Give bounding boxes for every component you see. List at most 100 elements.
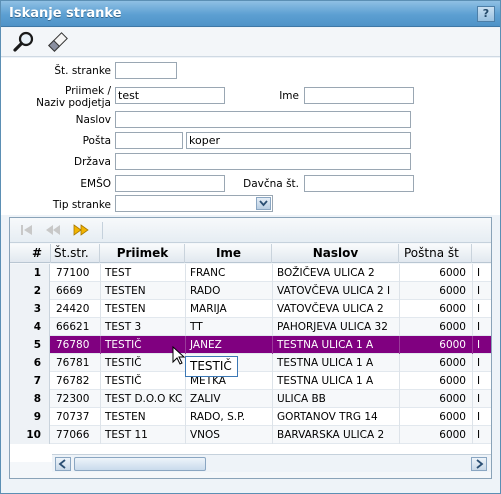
emso-label: EMŠO <box>80 178 111 190</box>
scrollbar-thumb[interactable] <box>74 457 206 471</box>
table-row[interactable]: 9 70737 TESTEN RADO, S.P. GORTANOV TRG 1… <box>10 408 491 426</box>
ime-label: Ime <box>279 90 299 102</box>
row-number: 9 <box>10 408 50 426</box>
table-row[interactable]: 6 76781 TESTIČ TESTNA ULICA 1 A 6000 I <box>10 354 491 372</box>
naslov-label: Naslov <box>75 114 111 126</box>
next-page-icon[interactable] <box>72 222 90 238</box>
grid-rows: 1 77100 TEST FRANC BOŽIČEVA ULICA 2 6000… <box>10 264 491 462</box>
cell-ime: RADO, S.P. <box>186 408 273 426</box>
cell-st-str: 77066 <box>52 426 101 444</box>
cell-priimek: TESTIČ <box>101 372 186 390</box>
horizontal-scrollbar[interactable] <box>52 454 491 472</box>
ime-field[interactable] <box>304 87 414 104</box>
row-number: 1 <box>10 264 50 282</box>
column-header-postna-st[interactable]: Poštna št <box>400 244 472 263</box>
cell-extra: I <box>477 321 481 333</box>
scroll-left-icon[interactable] <box>55 457 71 471</box>
cell-st-str: 76781 <box>52 354 101 372</box>
posta-label: Pošta <box>82 135 111 147</box>
results-grid: # Št.str. Priimek Ime Naslov Poštna št 1… <box>9 217 492 479</box>
tip-stranke-label: Tip stranke <box>52 199 111 211</box>
cell-ime: MARIJA <box>186 300 273 318</box>
cell-st-str: 6669 <box>52 282 101 300</box>
table-row[interactable]: 7 76782 TESTIČ METKA TESTNA ULICA 1 A 60… <box>10 372 491 390</box>
cell-naslov: TESTNA ULICA 1 A <box>273 336 400 354</box>
table-row[interactable]: 8 72300 TEST D.O.O KC ZALIV ULICA BB 600… <box>10 390 491 408</box>
davcna-field[interactable] <box>304 175 414 192</box>
priimek-field[interactable]: test <box>115 87 225 104</box>
cell-ime: TT <box>186 318 273 336</box>
davcna-label: Davčna št. <box>243 178 299 190</box>
column-header-extra <box>473 244 491 263</box>
drzava-field[interactable] <box>115 153 411 170</box>
column-header-ime[interactable]: Ime <box>186 244 272 263</box>
emso-field[interactable] <box>115 175 225 192</box>
row-number: 2 <box>10 282 50 300</box>
search-form: Št. stranke Priimek / Naziv podjetja tes… <box>1 58 500 215</box>
cell-postna-st: 6000 <box>400 390 473 408</box>
toolbar <box>1 28 500 57</box>
cell-tooltip: TESTIČ <box>185 356 238 377</box>
cell-extra: I <box>477 339 481 351</box>
scroll-right-icon[interactable] <box>471 457 487 471</box>
first-page-icon[interactable] <box>18 222 36 238</box>
cell-priimek: TEST 3 <box>101 318 186 336</box>
cell-postna-st: 6000 <box>400 318 473 336</box>
posta-code-field[interactable] <box>115 132 183 149</box>
help-button[interactable]: ? <box>477 6 495 22</box>
cell-postna-st: 6000 <box>400 372 473 390</box>
st-stranke-field[interactable] <box>115 62 177 79</box>
row-number: 4 <box>10 318 50 336</box>
naslov-field[interactable] <box>115 111 411 128</box>
cell-ime: VNOS <box>186 426 273 444</box>
cell-st-str: 24420 <box>52 300 101 318</box>
column-header-st-str[interactable]: Št.str. <box>52 244 100 263</box>
column-header-priimek[interactable]: Priimek <box>101 244 185 263</box>
cell-extra: I <box>477 411 481 423</box>
cell-postna-st: 6000 <box>400 336 473 354</box>
cell-naslov: BOŽIČEVA ULICA 2 <box>273 264 400 282</box>
cell-naslov: ULICA BB <box>273 390 400 408</box>
row-number: 7 <box>10 372 50 390</box>
cell-naslov: VATOVČEVA ULICA 2 I <box>273 282 400 300</box>
row-number: 6 <box>10 354 50 372</box>
cell-priimek: TESTEN <box>101 408 186 426</box>
table-row-selected[interactable]: 5 76780 TESTIČ JANEZ TESTNA ULICA 1 A 60… <box>10 336 491 354</box>
cell-naslov: VATOVČEVA ULICA 2 <box>273 300 400 318</box>
cell-postna-st: 6000 <box>400 408 473 426</box>
window-title: Iskanje stranke <box>9 6 122 21</box>
posta-name-field[interactable]: koper <box>186 132 411 149</box>
chevron-down-icon[interactable] <box>256 197 271 210</box>
cell-extra: I <box>477 303 481 315</box>
grid-toolbar <box>10 218 491 243</box>
table-row[interactable]: 10 77066 TEST 11 VNOS BARVARSKA ULICA 2 … <box>10 426 491 444</box>
cell-ime: RADO <box>186 282 273 300</box>
cell-postna-st: 6000 <box>400 264 473 282</box>
search-customer-window: Iskanje stranke ? Št. stranke Priimek / <box>0 0 501 494</box>
drzava-label: Država <box>74 156 111 168</box>
magnifier-icon[interactable] <box>11 30 37 54</box>
cell-priimek: TEST <box>101 264 186 282</box>
cell-priimek: TEST D.O.O KC <box>101 390 186 408</box>
priimek-label-line1: Priimek / <box>65 85 111 97</box>
previous-page-icon[interactable] <box>44 222 62 238</box>
column-header-naslov[interactable]: Naslov <box>273 244 399 263</box>
table-row[interactable]: 4 66621 TEST 3 TT PAHORJEVA ULICA 32 600… <box>10 318 491 336</box>
mouse-pointer-icon <box>172 345 186 366</box>
cell-postna-st: 6000 <box>400 354 473 372</box>
cell-naslov: TESTNA ULICA 1 A <box>273 354 400 372</box>
row-number: 10 <box>10 426 50 444</box>
table-row[interactable]: 3 24420 TESTEN MARIJA VATOVČEVA ULICA 2 … <box>10 300 491 318</box>
row-number: 8 <box>10 390 50 408</box>
cell-st-str: 77100 <box>52 264 101 282</box>
cell-naslov: BARVARSKA ULICA 2 <box>273 426 400 444</box>
cell-extra: I <box>477 357 481 369</box>
cell-priimek: TESTEN <box>101 300 186 318</box>
eraser-icon[interactable] <box>45 30 71 54</box>
table-row[interactable]: 1 77100 TEST FRANC BOŽIČEVA ULICA 2 6000… <box>10 264 491 282</box>
table-row[interactable]: 2 6669 TESTEN RADO VATOVČEVA ULICA 2 I 6… <box>10 282 491 300</box>
st-stranke-label: Št. stranke <box>54 65 111 77</box>
tip-stranke-select[interactable] <box>115 195 273 212</box>
cell-naslov: TESTNA ULICA 1 A <box>273 372 400 390</box>
cell-st-str: 66621 <box>52 318 101 336</box>
